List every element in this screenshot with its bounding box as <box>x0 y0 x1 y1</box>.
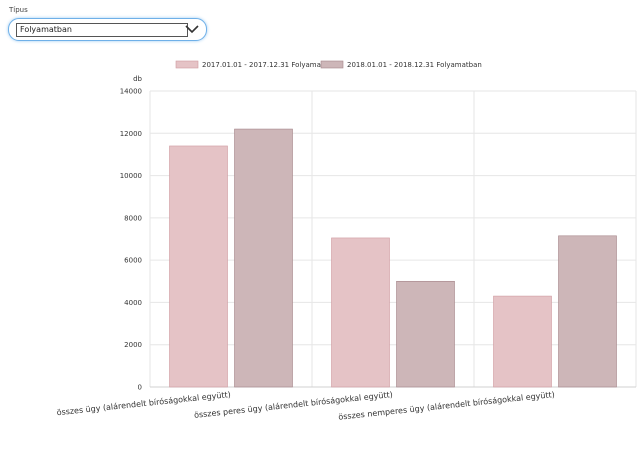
y-axis-label: db <box>133 75 142 83</box>
y-tick-label: 0 <box>138 384 142 392</box>
y-tick-label: 14000 <box>120 88 142 96</box>
y-tick-label: 2000 <box>124 341 142 349</box>
y-tick-label: 4000 <box>124 299 142 307</box>
bar-series1-cat3 <box>493 295 552 388</box>
bar-chart: 02000400060008000100001200014000dbösszes… <box>56 60 637 422</box>
y-tick-label: 12000 <box>120 130 142 138</box>
bar-series2-cat3 <box>558 235 617 388</box>
y-tick-label: 8000 <box>124 214 142 222</box>
y-tick-label: 6000 <box>124 257 142 265</box>
legend-swatch-2 <box>320 60 344 69</box>
legend-label-1: 2017.01.01 - 2017.12.31 Folyamatban <box>202 61 337 69</box>
bar-series1-cat2 <box>331 237 390 388</box>
bar-series2-cat1 <box>234 128 293 388</box>
y-tick-label: 10000 <box>120 172 142 180</box>
legend-swatch-1 <box>175 60 199 69</box>
bar-series1-cat1 <box>169 145 228 388</box>
bar-series2-cat2 <box>396 280 455 388</box>
legend-label-2: 2018.01.01 - 2018.12.31 Folyamatban <box>347 61 482 69</box>
